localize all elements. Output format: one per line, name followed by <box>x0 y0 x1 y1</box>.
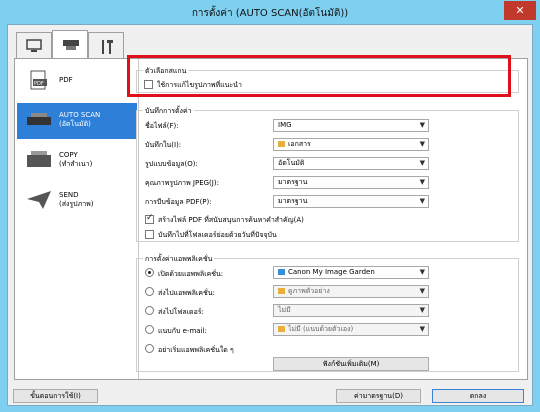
scanner-icon <box>63 40 79 50</box>
pdf-compression-dropdown[interactable]: มาตรฐาน ▼ <box>273 195 429 208</box>
no-app-label: อย่าเริ่มแอพพลิเคชั่นใด ๆ <box>158 346 234 354</box>
save-in-value: เอกสาร <box>288 140 311 148</box>
save-in-dropdown[interactable]: เอกสาร ▼ <box>273 138 429 151</box>
pdf-compression-value: มาตรฐาน <box>278 197 308 205</box>
open-app-value: Canon My Image Garden <box>288 268 375 276</box>
send-app-label: ส่งไปแอพพลิเคชั่น: <box>158 289 215 297</box>
email-label: แนบกับ e-mail: <box>158 327 207 335</box>
more-functions-button[interactable]: ฟังก์ชันเพิ่มเติม(M) <box>273 357 429 371</box>
save-in-label: บันทึกใน(I): <box>145 141 182 149</box>
ok-button[interactable]: ตกลง <box>432 389 524 403</box>
file-name-label: ชื่อไฟล์(F): <box>145 122 179 130</box>
send-app-dropdown[interactable]: ดูภาพตัวอย่าง ▼ <box>273 285 429 298</box>
open-app-radio[interactable] <box>145 268 154 277</box>
sidebar-item-auto-scan[interactable]: AUTO SCAN (อัตโนมัติ) <box>17 103 137 139</box>
jpeg-quality-dropdown[interactable]: มาตรฐาน ▼ <box>273 176 429 189</box>
computer-scan-icon <box>26 39 42 52</box>
copy-icon <box>27 151 51 167</box>
sidebar-item-label: SEND (ส่งรูปภาพ) <box>59 191 94 208</box>
subfolder-checkbox[interactable] <box>145 230 154 239</box>
open-app-label: เปิดด้วยแอพพลิเคชั่น: <box>158 270 224 278</box>
chevron-down-icon: ▼ <box>419 325 425 333</box>
send-folder-value: ไม่มี <box>278 306 291 314</box>
sidebar-item-label: COPY (ทำสำเนา) <box>59 151 93 168</box>
app-icon <box>278 269 285 275</box>
defaults-button[interactable]: ค่ามาตรฐาน(D) <box>336 389 421 403</box>
send-icon <box>27 191 51 209</box>
auto-scan-icon <box>27 113 51 125</box>
chevron-down-icon: ▼ <box>419 159 425 167</box>
open-app-dropdown[interactable]: Canon My Image Garden ▼ <box>273 266 429 279</box>
folder-icon <box>278 288 285 294</box>
chevron-down-icon: ▼ <box>419 140 425 148</box>
folder-icon <box>278 141 285 147</box>
save-settings-title: บันทึกการตั้งค่า <box>143 106 194 117</box>
send-app-radio[interactable] <box>145 287 154 296</box>
sidebar-item-pdf[interactable]: PDF PDF <box>17 63 137 99</box>
sidebar-item-send[interactable]: SEND (ส่งรูปภาพ) <box>17 183 137 219</box>
email-dropdown[interactable]: ไม่มี (แนบด้วยตัวเอง) ▼ <box>273 323 429 336</box>
no-app-radio[interactable] <box>145 344 154 353</box>
searchable-pdf-checkbox[interactable] <box>145 213 154 224</box>
chevron-down-icon: ▼ <box>419 178 425 186</box>
close-button[interactable]: ✕ <box>504 1 536 20</box>
pdf-compression-label: การบีบข้อมูล PDF(P): <box>145 198 212 206</box>
instructions-button[interactable]: ขั้นตอนการใช้(I) <box>13 389 98 403</box>
folder-icon <box>278 326 285 332</box>
sidebar: PDF PDF AUTO SCAN (อัตโนมัติ) COPY (ทำสำ… <box>15 59 139 379</box>
email-radio[interactable] <box>145 325 154 334</box>
save-settings-group: บันทึกการตั้งค่า ชื่อไฟล์(F): IMG ▼ บันท… <box>136 106 519 242</box>
sidebar-item-copy[interactable]: COPY (ทำสำเนา) <box>17 143 137 179</box>
svg-text:PDF: PDF <box>34 81 44 87</box>
jpeg-quality-value: มาตรฐาน <box>278 178 308 186</box>
pdf-icon: PDF <box>30 70 47 90</box>
window-title: การตั้งค่า (AUTO SCAN(อัตโนมัติ)) <box>191 8 349 19</box>
tools-icon <box>102 40 113 54</box>
app-settings-title: การตั้งค่าแอพพลิเคชั่น <box>143 254 215 265</box>
sidebar-item-label: AUTO SCAN (อัตโนมัติ) <box>59 111 101 128</box>
chevron-down-icon: ▼ <box>419 121 425 129</box>
chevron-down-icon: ▼ <box>419 197 425 205</box>
app-settings-group: การตั้งค่าแอพพลิเคชั่น เปิดด้วยแอพพลิเคช… <box>136 254 519 372</box>
file-name-dropdown[interactable]: IMG ▼ <box>273 119 429 132</box>
tab-scan-from-computer[interactable] <box>16 32 52 58</box>
send-app-value: ดูภาพตัวอย่าง <box>288 287 330 295</box>
chevron-down-icon: ▼ <box>419 306 425 314</box>
email-value: ไม่มี (แนบด้วยตัวเอง) <box>288 325 354 333</box>
send-folder-radio[interactable] <box>145 306 154 315</box>
subfolder-label: บันทึกไปที่โฟลเดอร์ย่อยด้วยวันที่ปัจจุบั… <box>158 231 277 239</box>
file-name-value: IMG <box>278 121 292 129</box>
tab-scan-from-operation-panel[interactable] <box>52 30 88 58</box>
sidebar-item-label: PDF <box>59 76 73 84</box>
jpeg-quality-label: คุณภาพรูปภาพ JPEG(J): <box>145 179 219 187</box>
data-format-label: รูปแบบข้อมูล(O): <box>145 160 198 168</box>
title-bar: การตั้งค่า (AUTO SCAN(อัตโนมัติ)) ✕ <box>0 0 540 24</box>
send-folder-label: ส่งไปโฟลเดอร์: <box>158 308 204 316</box>
tab-general-settings[interactable] <box>88 32 124 58</box>
highlight-box <box>127 55 511 97</box>
searchable-pdf-label: สร้างไฟล์ PDF ที่สนับสนุนการค้นหาคำสำคัญ… <box>158 216 304 224</box>
chevron-down-icon: ▼ <box>419 287 425 295</box>
chevron-down-icon: ▼ <box>419 268 425 276</box>
data-format-value: อัตโนมัติ <box>278 159 305 167</box>
send-folder-dropdown[interactable]: ไม่มี ▼ <box>273 304 429 317</box>
data-format-dropdown[interactable]: อัตโนมัติ ▼ <box>273 157 429 170</box>
